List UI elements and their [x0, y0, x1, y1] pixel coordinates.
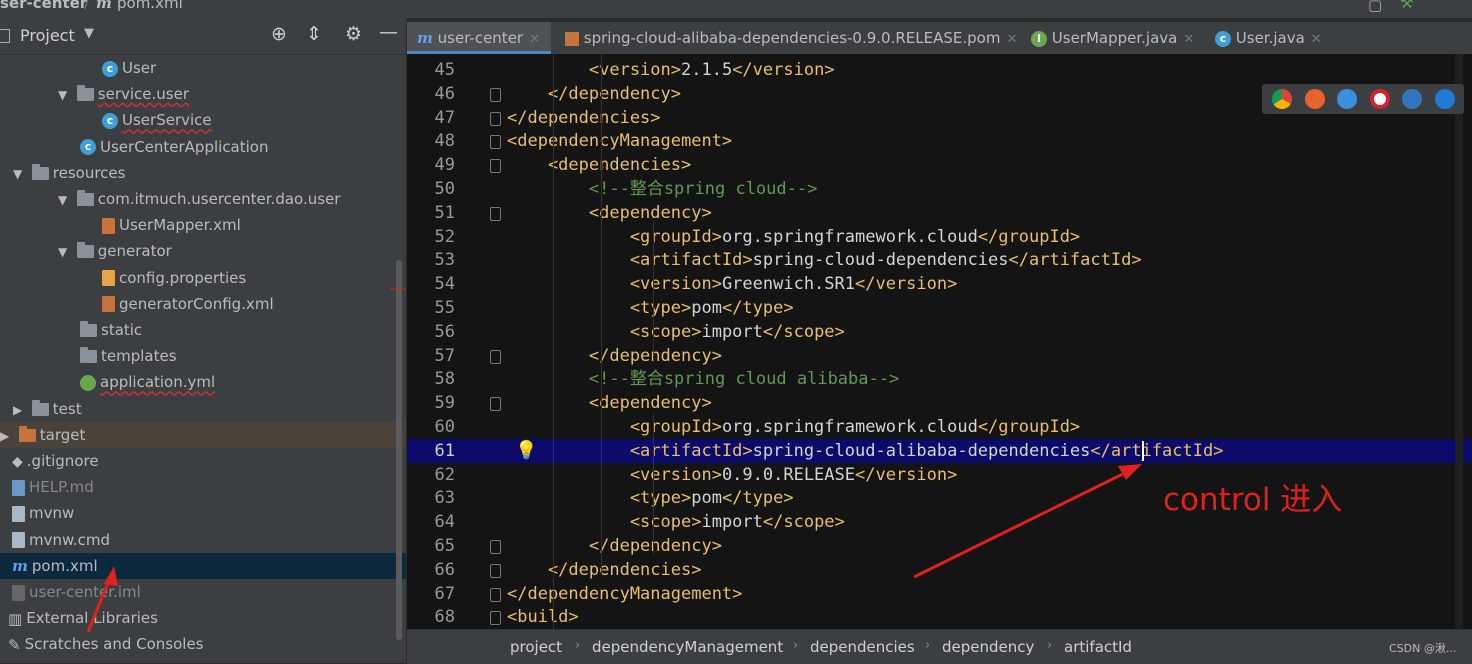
arrow-to-code — [913, 466, 1136, 579]
arrow-head-code — [1118, 464, 1142, 480]
annotation-arrows — [86, 288, 1142, 633]
arrow-head-pom — [104, 566, 118, 586]
watermark: CSDN @湫... — [1389, 642, 1457, 655]
annotation-text: control 进入 — [1163, 482, 1343, 518]
